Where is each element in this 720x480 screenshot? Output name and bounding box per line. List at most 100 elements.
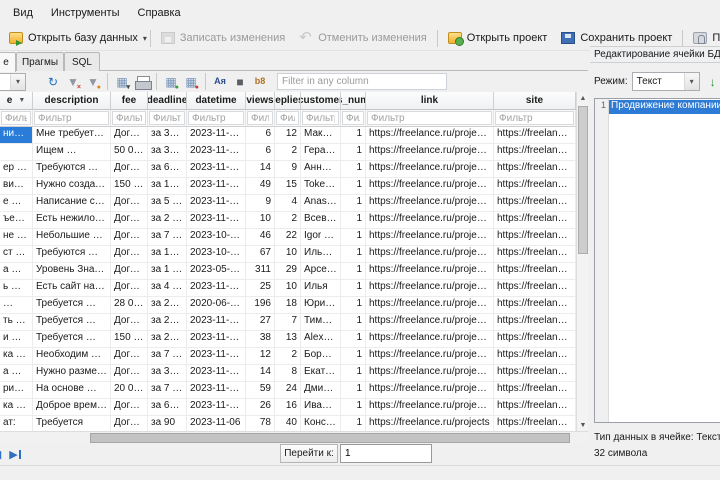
cell-fee[interactable]: 150 000 …: [111, 331, 148, 348]
cell-deadline[interactable]: за 30 …: [148, 127, 187, 144]
cell-description[interactable]: Требуется …: [33, 314, 111, 331]
cell-link[interactable]: https://freelance.ru/projects…: [366, 314, 494, 331]
tab-sql[interactable]: SQL: [64, 52, 100, 71]
cell-site[interactable]: https://freelance.ru: [494, 280, 576, 297]
cell-views[interactable]: 196: [246, 297, 275, 314]
encoding-icon[interactable]: b8: [251, 73, 269, 91]
cell-customer[interactable]: Юрий …: [301, 297, 341, 314]
cell-views[interactable]: 78: [246, 416, 275, 431]
cell-link[interactable]: https://freelance.ru/projects…: [366, 365, 494, 382]
cell-deadline[interactable]: за 7 …: [148, 382, 187, 399]
cell-description[interactable]: Требуется: [33, 416, 111, 431]
cell-fee[interactable]: Договор…: [111, 399, 148, 416]
cell-name[interactable]: видео…: [0, 178, 33, 195]
cell-views[interactable]: 38: [246, 331, 275, 348]
sort-font-icon[interactable]: Ая: [211, 73, 229, 91]
tab-browse-data[interactable]: е: [0, 52, 16, 72]
menu-item-help[interactable]: Справка: [129, 3, 190, 23]
cell-site[interactable]: https://freelance.ru: [494, 178, 576, 195]
cell-datetime[interactable]: 2023-11-08…: [187, 127, 246, 144]
filter-input-site[interactable]: [495, 111, 574, 125]
cell-views[interactable]: 6: [246, 144, 275, 161]
print-icon[interactable]: [133, 73, 151, 91]
cell-replies[interactable]: 40: [275, 416, 301, 431]
cell-views[interactable]: 46: [246, 229, 275, 246]
cell-s_num[interactable]: 1: [341, 314, 366, 331]
cell-fee[interactable]: Договор…: [111, 348, 148, 365]
cell-editor[interactable]: 1 Продвижение компании: [594, 98, 720, 423]
cell-name[interactable]: рисун…: [0, 382, 33, 399]
cell-replies[interactable]: 4: [275, 195, 301, 212]
column-header-name[interactable]: е▼: [0, 92, 33, 110]
cell-replies[interactable]: 29: [275, 263, 301, 280]
filter-input-description[interactable]: [34, 111, 109, 125]
column-header-datetime[interactable]: datetime: [187, 92, 246, 110]
menu-item-view[interactable]: Вид: [4, 3, 42, 23]
cell-description[interactable]: Есть сайт на …: [33, 280, 111, 297]
cell-views[interactable]: 27: [246, 314, 275, 331]
cell-fee[interactable]: 28 000 …: [111, 297, 148, 314]
cell-datetime[interactable]: 2023-11-07…: [187, 195, 246, 212]
cell-fee[interactable]: Договор: [111, 416, 148, 431]
cell-link[interactable]: https://freelance.ru/projects…: [366, 161, 494, 178]
vertical-scrollbar[interactable]: ▲ ▼: [576, 92, 588, 431]
cell-datetime[interactable]: 2023-11-07…: [187, 365, 246, 382]
cell-link[interactable]: https://freelance.ru/projects…: [366, 297, 494, 314]
cell-s_num[interactable]: 1: [341, 195, 366, 212]
attach-db-button[interactable]: Прикрепить БД: [686, 28, 720, 48]
cell-customer[interactable]: Дмитр…: [301, 382, 341, 399]
horizontal-scrollbar[interactable]: [0, 431, 588, 443]
vertical-scroll-thumb[interactable]: [578, 106, 588, 254]
cell-editor-content[interactable]: Продвижение компании: [609, 99, 720, 422]
cell-replies[interactable]: 7: [275, 314, 301, 331]
cell-name[interactable]: ь …: [0, 280, 33, 297]
cell-deadline[interactable]: за 20 …: [148, 297, 187, 314]
horizontal-scroll-thumb[interactable]: [90, 433, 570, 443]
column-header-site[interactable]: site: [494, 92, 576, 110]
cell-link[interactable]: https://freelance.ru/projects…: [366, 280, 494, 297]
cell-customer[interactable]: Илья …: [301, 246, 341, 263]
cell-s_num[interactable]: 1: [341, 212, 366, 229]
filter-input-s_num[interactable]: [342, 111, 364, 125]
cell-datetime[interactable]: 2023-11-07…: [187, 212, 246, 229]
cell-views[interactable]: 9: [246, 195, 275, 212]
cell-customer[interactable]: Иван …: [301, 399, 341, 416]
cell-datetime[interactable]: 2023-11-06…: [187, 399, 246, 416]
cell-s_num[interactable]: 1: [341, 297, 366, 314]
cell-fee[interactable]: Договор…: [111, 365, 148, 382]
cell-name[interactable]: е …: [0, 195, 33, 212]
cell-s_num[interactable]: 1: [341, 246, 366, 263]
cell-site[interactable]: https://freelance.ru: [494, 382, 576, 399]
cell-fee[interactable]: Договор…: [111, 229, 148, 246]
cell-customer[interactable]: Toke …: [301, 178, 341, 195]
cell-replies[interactable]: 9: [275, 161, 301, 178]
column-header-replies[interactable]: replies: [275, 92, 301, 110]
cell-deadline[interactable]: за 60 …: [148, 399, 187, 416]
save-project-button[interactable]: Сохранить проект: [554, 28, 679, 48]
cell-name[interactable]: …: [0, 297, 33, 314]
chevron-down-icon[interactable]: ▾: [143, 34, 147, 43]
column-header-deadline[interactable]: deadline: [148, 92, 187, 110]
cell-deadline[interactable]: за 30 …: [148, 365, 187, 382]
cell-link[interactable]: https://freelance.ru/projects…: [366, 348, 494, 365]
cell-views[interactable]: 10: [246, 212, 275, 229]
cell-site[interactable]: https://freelance.ru: [494, 195, 576, 212]
cell-deadline[interactable]: за 60 …: [148, 161, 187, 178]
cell-description[interactable]: Требуются …: [33, 161, 111, 178]
column-header-fee[interactable]: fee: [111, 92, 148, 110]
cell-customer[interactable]: Макси…: [301, 127, 341, 144]
cell-customer[interactable]: Alexan…: [301, 331, 341, 348]
cell-description[interactable]: Нужно создать …: [33, 178, 111, 195]
filter-input-datetime[interactable]: [188, 111, 244, 125]
cell-replies[interactable]: 2: [275, 144, 301, 161]
cell-site[interactable]: https://freelance.ru: [494, 331, 576, 348]
cell-deadline[interactable]: за 4 …: [148, 280, 187, 297]
goto-record-input[interactable]: [340, 444, 432, 463]
scroll-up-icon[interactable]: ▲: [577, 92, 589, 104]
cell-customer[interactable]: Anasta…: [301, 195, 341, 212]
cell-replies[interactable]: 16: [275, 399, 301, 416]
cell-views[interactable]: 67: [246, 246, 275, 263]
filter-input-views[interactable]: [247, 111, 273, 125]
column-header-views[interactable]: views: [246, 92, 275, 110]
delete-record-icon[interactable]: ▦●: [182, 73, 200, 91]
